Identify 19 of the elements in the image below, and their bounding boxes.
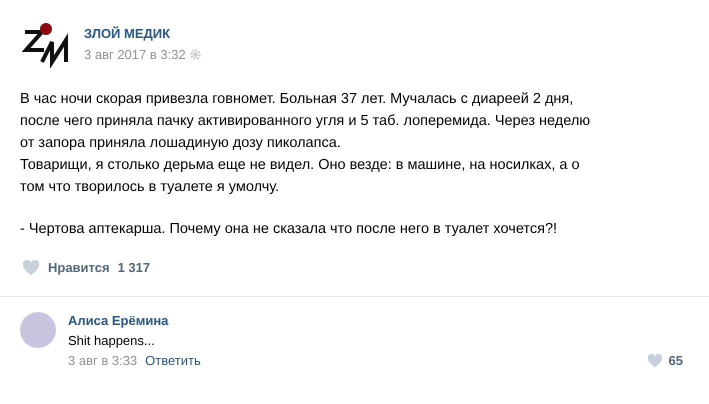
avatar[interactable] <box>20 312 56 348</box>
post-text-line: - Чертова аптекарша. Почему она не сказала что после него в туалет хочется?! <box>20 220 558 239</box>
heart-icon[interactable] <box>22 260 40 276</box>
commenter-name[interactable]: Алиса Ерёмина <box>68 311 709 331</box>
heart-icon[interactable] <box>646 354 663 368</box>
comment-text: Shit happens... <box>68 332 156 350</box>
post-text-line: В час ночи скорая привезла говномет. Больная 37 лет. Мучалась с диареей 2 дня, <box>20 90 574 109</box>
comment-like-count[interactable]: 65 <box>668 351 683 371</box>
post-text-line: Товарищи, я столько дерьма еще не видел. Оно везде: в машине, на носилках, а о <box>20 156 581 175</box>
post-text-line: от запора приняла лошадиную дозу пиколапса. <box>20 134 342 153</box>
comment-date[interactable]: 3 авг в 3:33 <box>68 351 138 371</box>
author-name[interactable]: ЗЛОЙ МЕДИК <box>84 24 201 43</box>
gear-icon[interactable] <box>190 49 201 60</box>
post-text-line: том что творилось в туалете я умолчу. <box>20 178 280 197</box>
post-date[interactable]: 3 авг 2017 в 3:32 <box>84 45 186 64</box>
reply-link[interactable]: Ответить <box>145 351 201 371</box>
like-count[interactable]: 1 317 <box>118 258 150 278</box>
like-label[interactable]: Нравится <box>48 258 110 278</box>
post-text-line: после чего приняла пачку активированного угля и 5 таб. лоперемида. Через неделю <box>20 112 592 131</box>
